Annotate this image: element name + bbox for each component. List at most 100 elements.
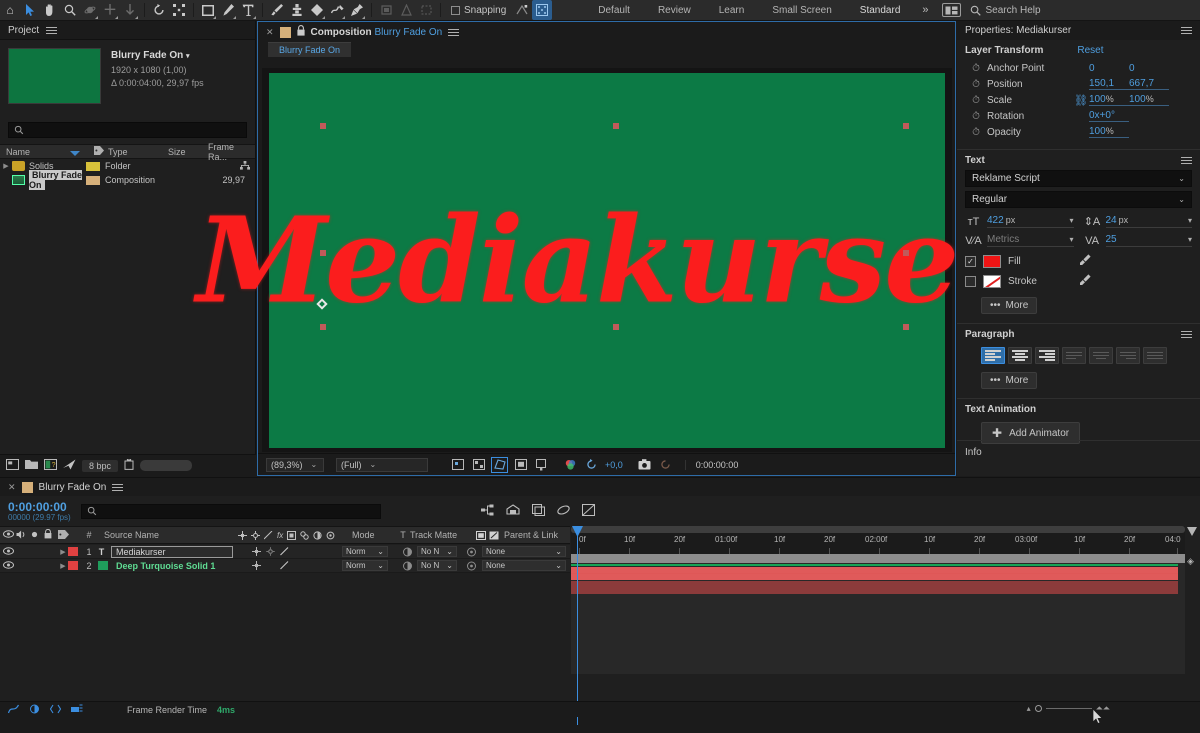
project-panel-menu-icon[interactable]	[46, 25, 58, 36]
puppet-overlap-icon[interactable]	[396, 0, 416, 20]
workspace-learn[interactable]: Learn	[705, 0, 759, 21]
layer-track-matte[interactable]: No N ⌄	[402, 560, 462, 571]
hide-shy-layers-icon[interactable]	[531, 503, 545, 519]
timeline-layer-row-2[interactable]: ▶ 2 Deep Turquoise Solid 1 Norm⌄ No N⌄	[0, 559, 570, 573]
layer-switches[interactable]	[250, 547, 342, 556]
label-swatch[interactable]	[86, 161, 100, 171]
channel-select-icon[interactable]	[563, 458, 578, 472]
pan-tool-icon[interactable]	[100, 0, 120, 20]
selection-handle-bl[interactable]	[320, 323, 326, 330]
font-style-select[interactable]: Regular ⌄	[965, 191, 1192, 208]
selection-handle-tr[interactable]	[903, 122, 909, 129]
label-swatch[interactable]	[86, 175, 100, 185]
font-family-select[interactable]: Reklame Script ⌄	[965, 170, 1192, 187]
layer-parent-link[interactable]: None ⌄	[462, 546, 570, 557]
chevron-down-icon[interactable]: ▾	[1188, 216, 1192, 225]
puppet-pin-tool-icon[interactable]	[347, 0, 367, 20]
draft-3d-icon[interactable]	[506, 503, 520, 519]
property-value-y[interactable]: 100%	[1129, 94, 1169, 106]
zoom-select[interactable]: (89,3%) ⌄	[266, 457, 324, 472]
orbit-tool-icon[interactable]	[80, 0, 100, 20]
property-value-x[interactable]: 150,1	[1089, 78, 1129, 90]
text-section-menu-icon[interactable]	[1181, 155, 1192, 166]
close-icon[interactable]: ✕	[8, 482, 16, 493]
layer-label-swatch[interactable]	[68, 547, 78, 556]
layer-source-name[interactable]: Deep Turquoise Solid 1	[96, 561, 250, 571]
chevron-down-icon[interactable]: ▾	[1069, 216, 1073, 225]
properties-panel-menu-icon[interactable]	[1181, 25, 1192, 36]
layer-label-swatch[interactable]	[68, 561, 78, 570]
composition-viewer[interactable]: Mediakurser	[197, 68, 1019, 452]
brush-tool-icon[interactable]	[267, 0, 287, 20]
timeline-layer-row-1[interactable]: ▶ 1 T Mediakurser Norm ⌄ No N ⌄ None ⌄	[0, 545, 570, 559]
layer-bar-2[interactable]	[571, 581, 1178, 594]
workspace-default[interactable]: Default	[584, 0, 644, 21]
enable-motion-blur-icon[interactable]	[581, 503, 595, 519]
show-snapshot-icon[interactable]	[658, 458, 673, 472]
graph-editor-icon[interactable]	[7, 704, 20, 716]
timeline-tracks-area[interactable]	[571, 554, 1185, 674]
selection-handle-ml[interactable]	[320, 249, 326, 256]
paragraph-section-menu-icon[interactable]	[1181, 329, 1192, 340]
eraser-tool-icon[interactable]	[307, 0, 327, 20]
property-value-x[interactable]: 100%	[1089, 94, 1129, 106]
selection-handle-bm[interactable]	[613, 323, 619, 330]
column-size[interactable]: Size	[162, 147, 202, 157]
new-folder-icon[interactable]	[25, 459, 38, 473]
interpret-footage-icon[interactable]	[63, 459, 76, 473]
timeline-horizontal-scrollbar[interactable]	[571, 526, 1185, 533]
property-value-opacity[interactable]: 100%	[1089, 126, 1129, 138]
stroke-color-swatch[interactable]	[983, 275, 1001, 288]
project-search-input[interactable]	[8, 122, 247, 138]
fill-checkbox[interactable]: ✓	[965, 256, 976, 267]
grid-guides-icon[interactable]	[532, 0, 553, 20]
kerning-control[interactable]: V⁄A Metrics ▾	[965, 234, 1074, 247]
composition-mini-flowchart-icon[interactable]	[480, 504, 494, 519]
roto-brush-tool-icon[interactable]	[327, 0, 347, 20]
layer-video-toggle[interactable]	[0, 560, 16, 571]
workspace-small-screen[interactable]: Small Screen	[758, 0, 845, 21]
layer-video-toggle[interactable]	[0, 546, 16, 557]
justify-all-button[interactable]	[1143, 347, 1167, 364]
expand-collapse-icon[interactable]	[49, 704, 62, 716]
sort-arrow-icon[interactable]	[70, 150, 80, 156]
rotation-tool-icon[interactable]	[149, 0, 169, 20]
title-action-safe-icon[interactable]	[513, 458, 528, 472]
composition-timecode[interactable]: 0:00:00:00	[684, 459, 739, 470]
anchor-point-tool-icon[interactable]	[169, 0, 189, 20]
workspace-overflow-icon[interactable]: »	[914, 4, 936, 16]
puppet-mesh-icon[interactable]	[416, 0, 436, 20]
layer-source-name[interactable]: T Mediakurser	[96, 545, 250, 558]
exposure-value[interactable]: +0,0	[605, 460, 623, 470]
composition-panel-menu-icon[interactable]	[448, 27, 460, 38]
timeline-tab-label[interactable]: Blurry Fade On	[39, 482, 107, 493]
align-center-button[interactable]	[1008, 347, 1032, 364]
home-icon[interactable]: ⌂	[0, 0, 20, 20]
search-help[interactable]: Search Help	[970, 5, 1041, 16]
justify-last-left-button[interactable]	[1062, 347, 1086, 364]
property-value-y[interactable]: 667,7	[1129, 78, 1169, 90]
stroke-checkbox[interactable]	[965, 276, 976, 287]
column-source-name[interactable]: Source Name	[98, 530, 238, 540]
chevron-down-icon[interactable]: ▾	[1188, 235, 1192, 244]
layer-mode-select[interactable]: Norm ⌄	[342, 546, 388, 557]
clone-stamp-tool-icon[interactable]	[287, 0, 307, 20]
stopwatch-icon[interactable]: ⏱	[965, 111, 987, 122]
timeline-search-input[interactable]	[80, 503, 381, 519]
close-icon[interactable]: ✕	[266, 27, 274, 38]
new-composition-icon[interactable]	[6, 458, 19, 473]
selection-handle-tm[interactable]	[613, 122, 619, 129]
column-type[interactable]: Type	[102, 147, 162, 157]
justify-last-right-button[interactable]	[1116, 347, 1140, 364]
bit-depth-button[interactable]: 8 bpc	[82, 459, 119, 472]
type-tool-icon[interactable]	[238, 0, 258, 20]
snapping-toggle[interactable]: Snapping	[451, 5, 506, 16]
layer-track-matte[interactable]: No N ⌄	[402, 546, 462, 557]
shape-tool-icon[interactable]	[198, 0, 218, 20]
zoom-slider-track[interactable]	[1045, 708, 1092, 709]
delete-icon[interactable]	[124, 458, 134, 473]
disclosure-triangle-icon[interactable]: ▶	[0, 162, 12, 170]
stopwatch-icon[interactable]: ⏱	[965, 127, 987, 138]
chevron-down-icon[interactable]: ▾	[1069, 235, 1073, 244]
selection-tool-icon[interactable]	[20, 0, 40, 20]
